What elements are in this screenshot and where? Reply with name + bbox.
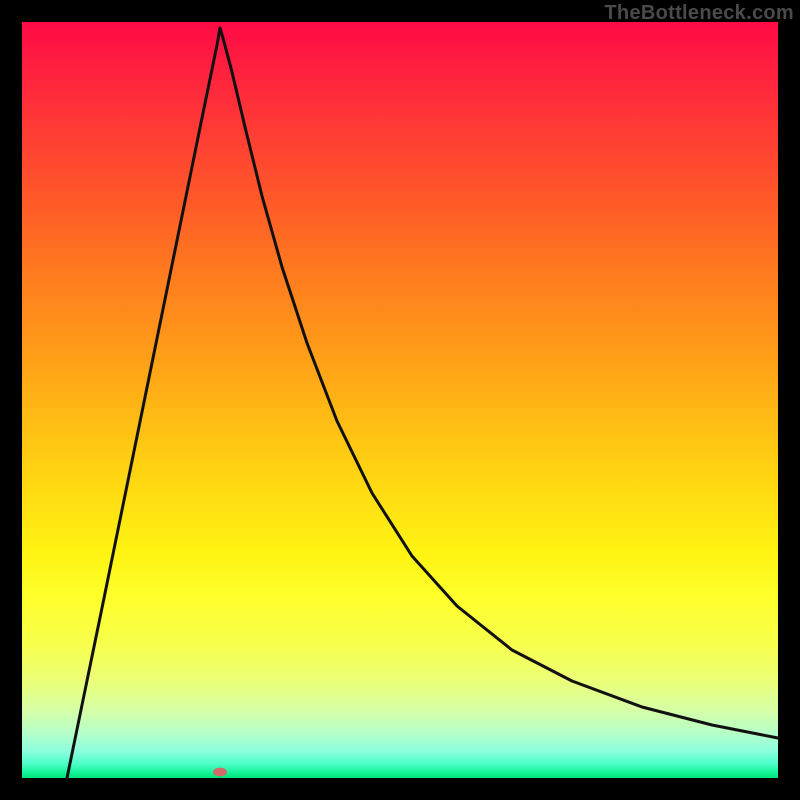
plot-area — [22, 22, 778, 778]
curve-layer — [22, 22, 778, 778]
bottleneck-curve — [67, 28, 778, 778]
watermark-text: TheBottleneck.com — [604, 2, 794, 25]
chart-frame — [22, 22, 778, 778]
minimum-point-marker — [213, 768, 227, 777]
